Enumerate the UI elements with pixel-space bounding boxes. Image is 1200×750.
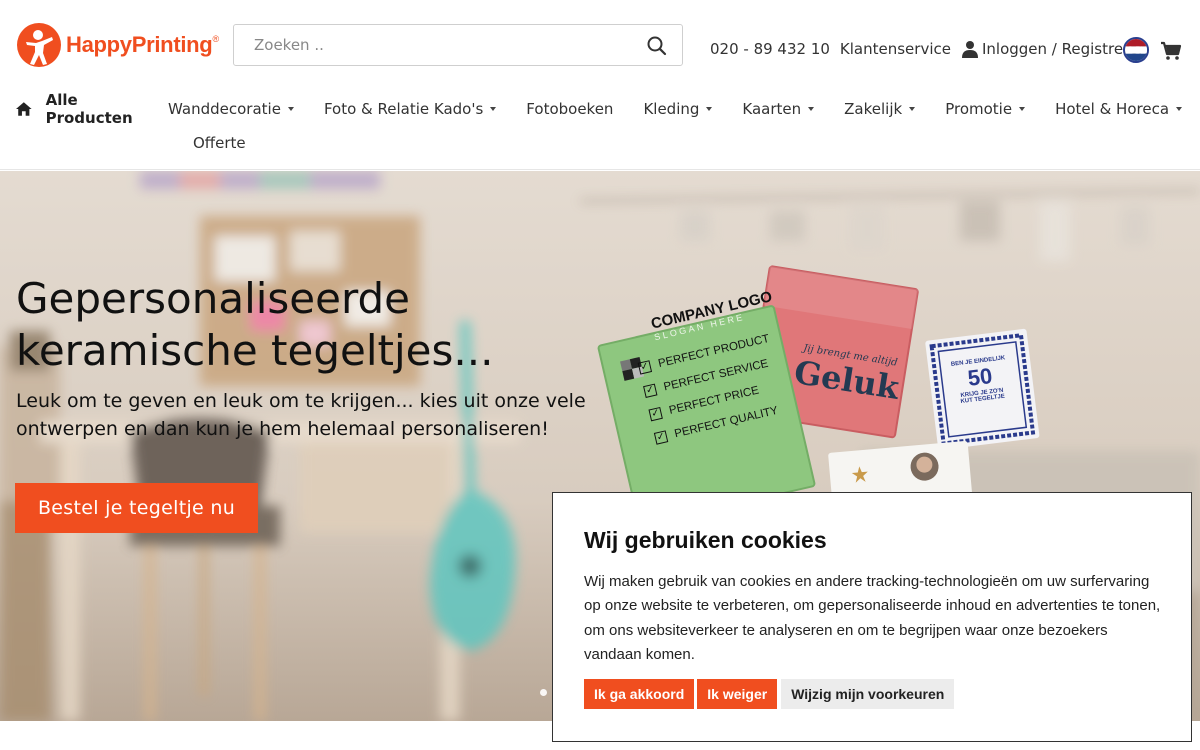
site-header: HappyPrinting® 020 - 89 432 10 Klantense… (0, 0, 1200, 170)
home-icon (16, 102, 32, 116)
checkbox-icon: ✓ (637, 360, 653, 375)
carousel-dot[interactable] (540, 689, 547, 696)
main-navigation: Alle Producten Wanddecoratie Foto & Rela… (16, 91, 1186, 156)
chevron-down-icon (287, 107, 294, 111)
reject-cookies-button[interactable]: Ik weiger (697, 679, 778, 710)
nav-item-foto-relatie-kados[interactable]: Foto & Relatie Kado's (323, 100, 497, 118)
hero-title-line: Gepersonaliseerde (16, 274, 411, 323)
cart-icon[interactable] (1160, 40, 1182, 62)
search-icon[interactable] (646, 35, 668, 57)
chevron-down-icon (909, 107, 916, 111)
cookie-preferences-button[interactable]: Wijzig mijn voorkeuren (781, 679, 955, 710)
nav-home-label: Alle Producten (45, 91, 133, 127)
top-links: 020 - 89 432 10 Klantenservice Inloggen … (710, 40, 1148, 58)
nav-label: Fotoboeken (526, 100, 614, 118)
nav-item-offerte[interactable]: Offerte (193, 134, 246, 152)
nav-row-secondary: Offerte (193, 130, 1186, 156)
cookie-title: Wij gebruiken cookies (584, 527, 827, 553)
chevron-down-icon (706, 107, 713, 111)
hero-title-line: keramische tegeltjes... (16, 326, 494, 375)
flag-graphic (1125, 39, 1147, 61)
phone-number[interactable]: 020 - 89 432 10 (710, 40, 830, 58)
nav-item-fotoboeken[interactable]: Fotoboeken (526, 100, 613, 118)
order-tile-button[interactable]: Bestel je tegeltje nu (15, 483, 258, 533)
nav-label: Kleding (643, 100, 700, 118)
search-box (233, 24, 683, 66)
nav-label: Promotie (945, 100, 1013, 118)
hero-subtitle: Leuk om te geven en leuk om te krijgen..… (16, 387, 596, 443)
chevron-down-icon (1176, 107, 1183, 111)
nav-item-zakelijk[interactable]: Zakelijk (844, 100, 916, 118)
cookie-consent-dialog: Wij gebruiken cookies Wij maken gebruik … (552, 492, 1192, 742)
hero-title: Gepersonaliseerde keramische tegeltjes..… (16, 273, 616, 377)
nav-item-wanddecoratie[interactable]: Wanddecoratie (168, 100, 294, 118)
user-icon (961, 41, 978, 58)
nav-item-kaarten[interactable]: Kaarten (742, 100, 815, 118)
happyprinting-logo-icon (17, 23, 61, 67)
accept-cookies-button[interactable]: Ik ga akkoord (584, 679, 695, 710)
nav-item-kleding[interactable]: Kleding (643, 100, 713, 118)
chevron-down-icon (490, 107, 497, 111)
hero-subtitle-line: ontwerpen en dan kun je hem helemaal per… (16, 418, 549, 440)
nav-label: Wanddecoratie (168, 100, 281, 118)
checkbox-icon: ✓ (643, 383, 658, 398)
login-link[interactable]: Inloggen / Registreren (961, 40, 1148, 58)
netherlands-flag-icon[interactable] (1123, 37, 1149, 63)
hero-subtitle-line: Leuk om te geven en leuk om te krijgen..… (16, 390, 586, 412)
nav-label: Kaarten (742, 100, 802, 118)
nav-item-promotie[interactable]: Promotie (945, 100, 1026, 118)
brand-logo[interactable]: HappyPrinting® (16, 22, 219, 68)
checkbox-icon: ✓ (648, 406, 663, 422)
nav-label: Zakelijk (844, 100, 903, 118)
nav-row-primary: Alle Producten Wanddecoratie Foto & Rela… (16, 91, 1186, 127)
checkbox-icon: ✓ (653, 430, 669, 445)
brand-name: HappyPrinting® (66, 32, 219, 57)
cookie-actions: Ik ga akkoord Ik weiger Wijzig mijn voor… (584, 679, 1161, 710)
nav-label: Offerte (193, 134, 246, 152)
nav-item-hotel-horeca[interactable]: Hotel & Horeca (1055, 100, 1183, 118)
chevron-down-icon (1019, 107, 1026, 111)
tile-blue-text: BEN JE EINDELIJK 50 KRIJG JE ZO'N KUT TE… (942, 354, 1019, 406)
chevron-down-icon (808, 107, 815, 111)
nav-label: Foto & Relatie Kado's (323, 100, 484, 118)
search-input[interactable] (234, 25, 634, 65)
customer-service-link[interactable]: Klantenservice (840, 40, 951, 58)
nav-item-all-products[interactable]: Alle Producten (16, 91, 138, 127)
cookie-text: Wij maken gebruik van cookies en andere … (584, 573, 1161, 663)
nav-label: Hotel & Horeca (1055, 100, 1170, 118)
